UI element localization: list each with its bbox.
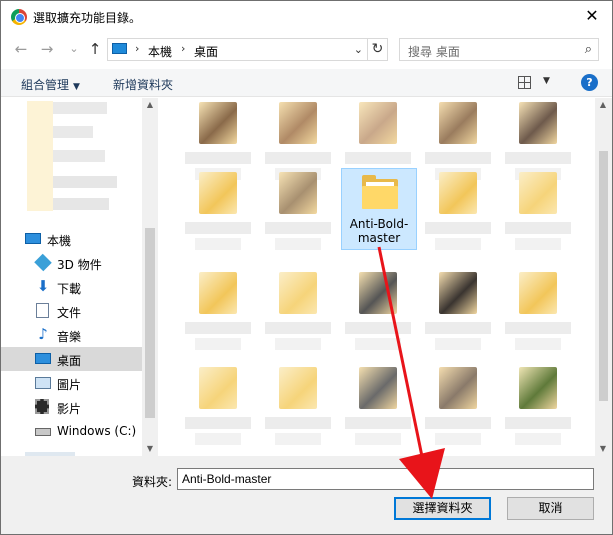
blurred-folder-tile[interactable] [421,363,495,455]
computer-icon [112,43,127,54]
sidebar-item-downloads[interactable]: ⬇ 下載 [1,275,142,299]
sidebar-item-this-pc[interactable]: 本機 [1,227,142,251]
scroll-up-icon[interactable]: ▲ [142,100,158,109]
organize-menu[interactable]: 組合管理 ▼ [21,76,80,93]
folder-icon [362,175,398,211]
sidebar-item-documents[interactable]: 文件 [1,299,142,323]
blurred-folder-tile[interactable] [261,268,335,360]
scroll-up-icon[interactable]: ▲ [595,100,611,109]
sidebar-item-3d-objects[interactable]: 3D 物件 [1,251,142,275]
dialog-footer: 資料夾: 選擇資料夾 取消 [1,456,612,534]
sidebar-item-desktop[interactable]: 桌面 [1,347,142,371]
blurred-quick-access [53,176,117,188]
pictures-icon [35,377,51,389]
close-button[interactable]: ✕ [580,5,604,29]
breadcrumb-desktop[interactable]: 桌面 [194,43,218,60]
refresh-button[interactable]: ↻ [368,38,388,61]
caret-down-icon: ▼ [73,82,80,92]
new-folder-button[interactable]: 新增資料夾 [113,76,173,93]
sidebar-item-label: 3D 物件 [57,258,102,272]
sidebar-item-label: 圖片 [57,378,82,392]
select-folder-label: 選擇資料夾 [412,501,473,515]
search-icon: ⌕ [584,42,592,57]
select-folder-button[interactable]: 選擇資料夾 [394,497,491,520]
view-options-icon[interactable] [518,76,531,89]
breadcrumb-separator-icon: › [135,42,140,55]
back-button[interactable]: ← [11,39,31,59]
address-bar[interactable]: › 本機 › 桌面 ⌄ [107,38,368,61]
blurred-folder-tile[interactable] [421,268,495,360]
sidebar-item-label: 本機 [47,234,72,248]
breadcrumb-this-pc[interactable]: 本機 [148,43,172,60]
desktop-icon [35,353,51,364]
breadcrumb-separator-icon: › [181,42,186,55]
folder-grid-scrollbar[interactable]: ▲ ▼ [595,98,612,456]
blurred-folder-tile[interactable] [341,363,415,455]
cancel-button[interactable]: 取消 [507,497,594,520]
sidebar-item-music[interactable]: ♪ 音樂 [1,323,142,347]
chevron-down-icon[interactable]: ⌄ [354,43,363,56]
sidebar-item-label: 音樂 [57,330,82,344]
cancel-label: 取消 [538,501,563,515]
music-icon: ♪ [38,325,48,343]
sidebar-item-label: Windows (C:) [57,424,137,438]
blurred-folder-tile[interactable] [501,168,575,260]
help-icon[interactable]: ? [581,74,598,91]
title-bar: 選取擴充功能目錄。 ✕ [1,1,612,33]
download-icon: ⬇ [36,277,50,295]
folder-grid: Anti-Bold-master [161,98,595,456]
sidebar-item-label: 文件 [57,306,82,320]
caret-down-icon[interactable]: ▼ [543,76,550,86]
command-bar: 組合管理 ▼ 新增資料夾 ▼ ? [1,69,612,97]
folder-field-label: 資料夾: [132,475,173,489]
blurred-quick-access [53,198,109,210]
scrollbar-thumb[interactable] [599,151,608,401]
navigation-pane: 本機 3D 物件 ⬇ 下載 文件 ♪ 音樂 桌面 圖片 影片 Windows (… [1,98,158,456]
forward-button[interactable]: → [37,39,57,59]
sidebar-item-pictures[interactable]: 圖片 [1,371,142,395]
blurred-folder-tile[interactable] [501,363,575,455]
sidebar-item-label: 下載 [57,282,82,296]
blurred-folder-tile[interactable] [181,363,255,455]
sidebar-item-label: 影片 [57,402,82,416]
sidebar-item-videos[interactable]: 影片 [1,395,142,419]
navigation-bar: ← → ⌄ ↑ › 本機 › 桌面 ⌄ ↻ 搜尋 桌面 ⌕ [1,37,612,63]
document-icon [36,303,49,318]
3d-objects-icon [34,253,52,272]
videos-icon [35,399,49,414]
blurred-folder-tile[interactable] [501,268,575,360]
blurred-folder-tile[interactable] [421,168,495,260]
blurred-folder-tile[interactable] [181,168,255,260]
search-placeholder: 搜尋 桌面 [408,45,460,59]
sidebar-item-windows-c[interactable]: Windows (C:) [1,419,142,443]
blurred-folder-tile[interactable] [181,268,255,360]
computer-icon [25,233,41,244]
blurred-quick-access [27,101,53,211]
scrollbar-thumb[interactable] [145,228,155,418]
scroll-down-icon[interactable]: ▼ [595,444,611,453]
dialog-title: 選取擴充功能目錄。 [33,11,142,25]
recent-locations-button[interactable]: ⌄ [64,39,84,59]
selected-folder-tile[interactable]: Anti-Bold-master [341,168,417,250]
folder-name-input[interactable] [177,468,594,490]
search-input[interactable]: 搜尋 桌面 ⌕ [399,38,599,61]
selected-folder-name: Anti-Bold-master [349,217,409,245]
up-button[interactable]: ↑ [85,39,105,59]
blurred-quick-access [53,150,105,162]
blurred-folder-tile[interactable] [341,268,415,360]
drive-icon [35,428,51,436]
navigation-pane-scrollbar[interactable]: ▲ ▼ [142,98,158,456]
scroll-down-icon[interactable]: ▼ [142,444,158,453]
blurred-folder-tile[interactable] [261,363,335,455]
sidebar-item-label: 桌面 [57,354,82,368]
folder-picker-dialog: 選取擴充功能目錄。 ✕ ← → ⌄ ↑ › 本機 › 桌面 ⌄ ↻ 搜尋 桌面 … [0,0,613,535]
blurred-quick-access [53,126,93,138]
blurred-quick-access [53,102,107,114]
blurred-folder-tile[interactable] [261,168,335,260]
chrome-icon [11,9,27,25]
